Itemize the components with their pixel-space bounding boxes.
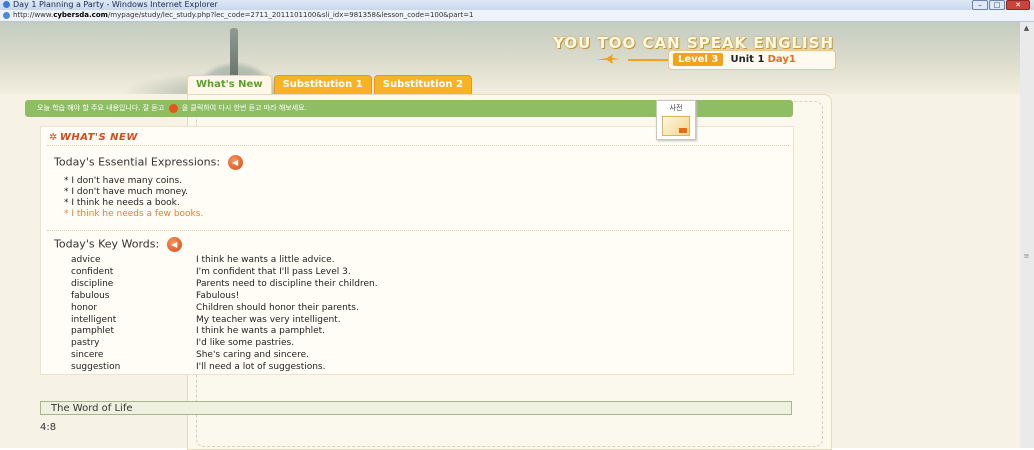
page: YOU TOO CAN SPEAK ENGLISH Level 3 Unit 1… <box>0 22 1020 450</box>
dictionary-button[interactable]: 사전 <box>656 100 696 140</box>
expression-item-highlighted: * I think he needs a few books. <box>64 209 204 219</box>
tab-whats-new[interactable]: What's New <box>187 75 272 95</box>
expressions-heading: Today's Essential Expressions: ◀ <box>54 155 243 170</box>
key-word: pastry <box>71 338 100 349</box>
key-word-row: pastry I'd like some pastries. <box>71 338 378 350</box>
key-word: honor <box>71 302 98 313</box>
divider <box>47 230 789 231</box>
key-word: advice <box>71 255 101 265</box>
key-word-row: confident I'm confident that I'll pass Le… <box>71 267 378 279</box>
dictionary-book-icon <box>662 116 690 136</box>
sparkle-icon: ✲ <box>49 132 58 143</box>
speaker-icon <box>168 103 178 113</box>
close-button[interactable]: ✕ <box>1006 0 1030 10</box>
key-word-row: pamphlet I think he wants a pamphlet. <box>71 326 378 338</box>
header-banner: YOU TOO CAN SPEAK ENGLISH Level 3 Unit 1… <box>0 22 1020 94</box>
airplane-icon <box>596 54 620 64</box>
whats-new-heading: ✲ WHAT'S NEW <box>49 132 138 143</box>
page-icon <box>3 12 10 19</box>
course-progress: Level 3 Unit 1 Day1 <box>668 50 836 70</box>
expression-item: * I think he needs a book. <box>64 198 180 208</box>
word-of-life-heading: The Word of Life <box>40 401 792 415</box>
example-sentence: She's caring and sincere. <box>196 350 309 361</box>
key-word: suggestion <box>71 362 121 373</box>
tab-substitution-1[interactable]: Substitution 1 <box>273 75 372 95</box>
expressions-list: * I don't have many coins. * I don't hav… <box>64 176 203 220</box>
play-expressions-audio-icon[interactable]: ◀ <box>227 155 243 170</box>
example-sentence: I'd like some pastries. <box>196 338 295 349</box>
example-sentence: I think he wants a little advice. <box>196 255 335 265</box>
key-word: fabulous <box>71 290 110 301</box>
key-word: pamphlet <box>71 326 114 337</box>
expression-item: * I don't have much money. <box>64 187 189 197</box>
key-word: intelligent <box>71 314 117 325</box>
play-key-words-audio-icon[interactable]: ◀ <box>166 237 182 252</box>
verse-reference: 4:8 <box>40 422 57 433</box>
instruction-text-before: 오늘 학습 해야 할 주요 내용입니다. 잘 듣고 <box>37 104 165 112</box>
key-word-row: sincere She's caring and sincere. <box>71 350 378 362</box>
example-sentence: My teacher was very intelligent. <box>196 314 341 325</box>
key-word: sincere <box>71 350 104 361</box>
address-bar[interactable]: http://www.cybersda.com/mypage/study/lec… <box>0 10 1034 22</box>
key-word: discipline <box>71 278 114 289</box>
day-label: Day1 <box>767 54 796 65</box>
url-path: /mypage/study/lec_study.php?lec_code=271… <box>107 11 474 19</box>
key-words-table: advice I think he wants a little advice. … <box>71 255 378 374</box>
minimize-button[interactable]: – <box>972 0 988 10</box>
key-word-row: suggestion I'll need a lot of suggestions… <box>71 362 378 374</box>
maximize-button[interactable]: □ <box>989 0 1005 10</box>
example-sentence: Fabulous! <box>196 290 240 301</box>
expression-item: * I don't have many coins. <box>64 176 182 186</box>
expressions-heading-text: Today's Essential Expressions: <box>54 155 221 169</box>
instruction-text-after: 을 클릭하여 다시 한번 듣고 따라 해보세요. <box>181 104 307 112</box>
lesson-tabs: What's New Substitution 1 Substitution 2 <box>187 75 474 95</box>
unit-label: Unit 1 <box>730 54 765 65</box>
lesson-content: ✲ WHAT'S NEW Today's Essential Expression… <box>40 126 794 375</box>
key-word-row: intelligent My teacher was very intellige… <box>71 315 378 327</box>
browser-icon <box>3 1 10 8</box>
dictionary-label: 사전 <box>669 104 683 112</box>
example-sentence: I'm confident that I'll pass Level 3. <box>196 266 351 277</box>
vertical-scrollbar[interactable]: ▲ ≡ <box>1019 22 1034 448</box>
scroll-thumb[interactable]: ≡ <box>1022 252 1031 272</box>
whats-new-title-text: WHAT'S NEW <box>59 132 138 143</box>
example-sentence: I think he wants a pamphlet. <box>196 326 326 337</box>
window-controls: – □ ✕ <box>971 0 1030 10</box>
level-badge: Level 3 <box>673 53 724 66</box>
divider <box>47 145 789 146</box>
url-domain: cybersda.com <box>53 11 108 19</box>
key-word-row: fabulous Fabulous! <box>71 291 378 303</box>
window-titlebar: Day 1 Planning a Party - Windows Interne… <box>0 0 1034 10</box>
key-word-row: honor Children should honor their parents… <box>71 303 378 315</box>
window-title: Day 1 Planning a Party - Windows Interne… <box>13 0 218 9</box>
example-sentence: Parents need to discipline their childre… <box>196 278 378 289</box>
key-words-heading-text: Today's Key Words: <box>54 237 160 251</box>
key-word-row: discipline Parents need to discipline the… <box>71 279 378 291</box>
key-word: confident <box>71 266 114 277</box>
example-sentence: I'll need a lot of suggestions. <box>196 362 326 373</box>
tab-substitution-2[interactable]: Substitution 2 <box>373 75 472 95</box>
example-sentence: Children should honor their parents. <box>196 302 359 313</box>
scroll-up-arrow-icon[interactable]: ▲ <box>1022 24 1031 33</box>
key-word-row: advice I think he wants a little advice. <box>71 255 378 267</box>
url-prefix: http://www. <box>13 11 54 19</box>
path-line <box>628 59 668 61</box>
key-words-heading: Today's Key Words: ◀ <box>54 237 182 252</box>
